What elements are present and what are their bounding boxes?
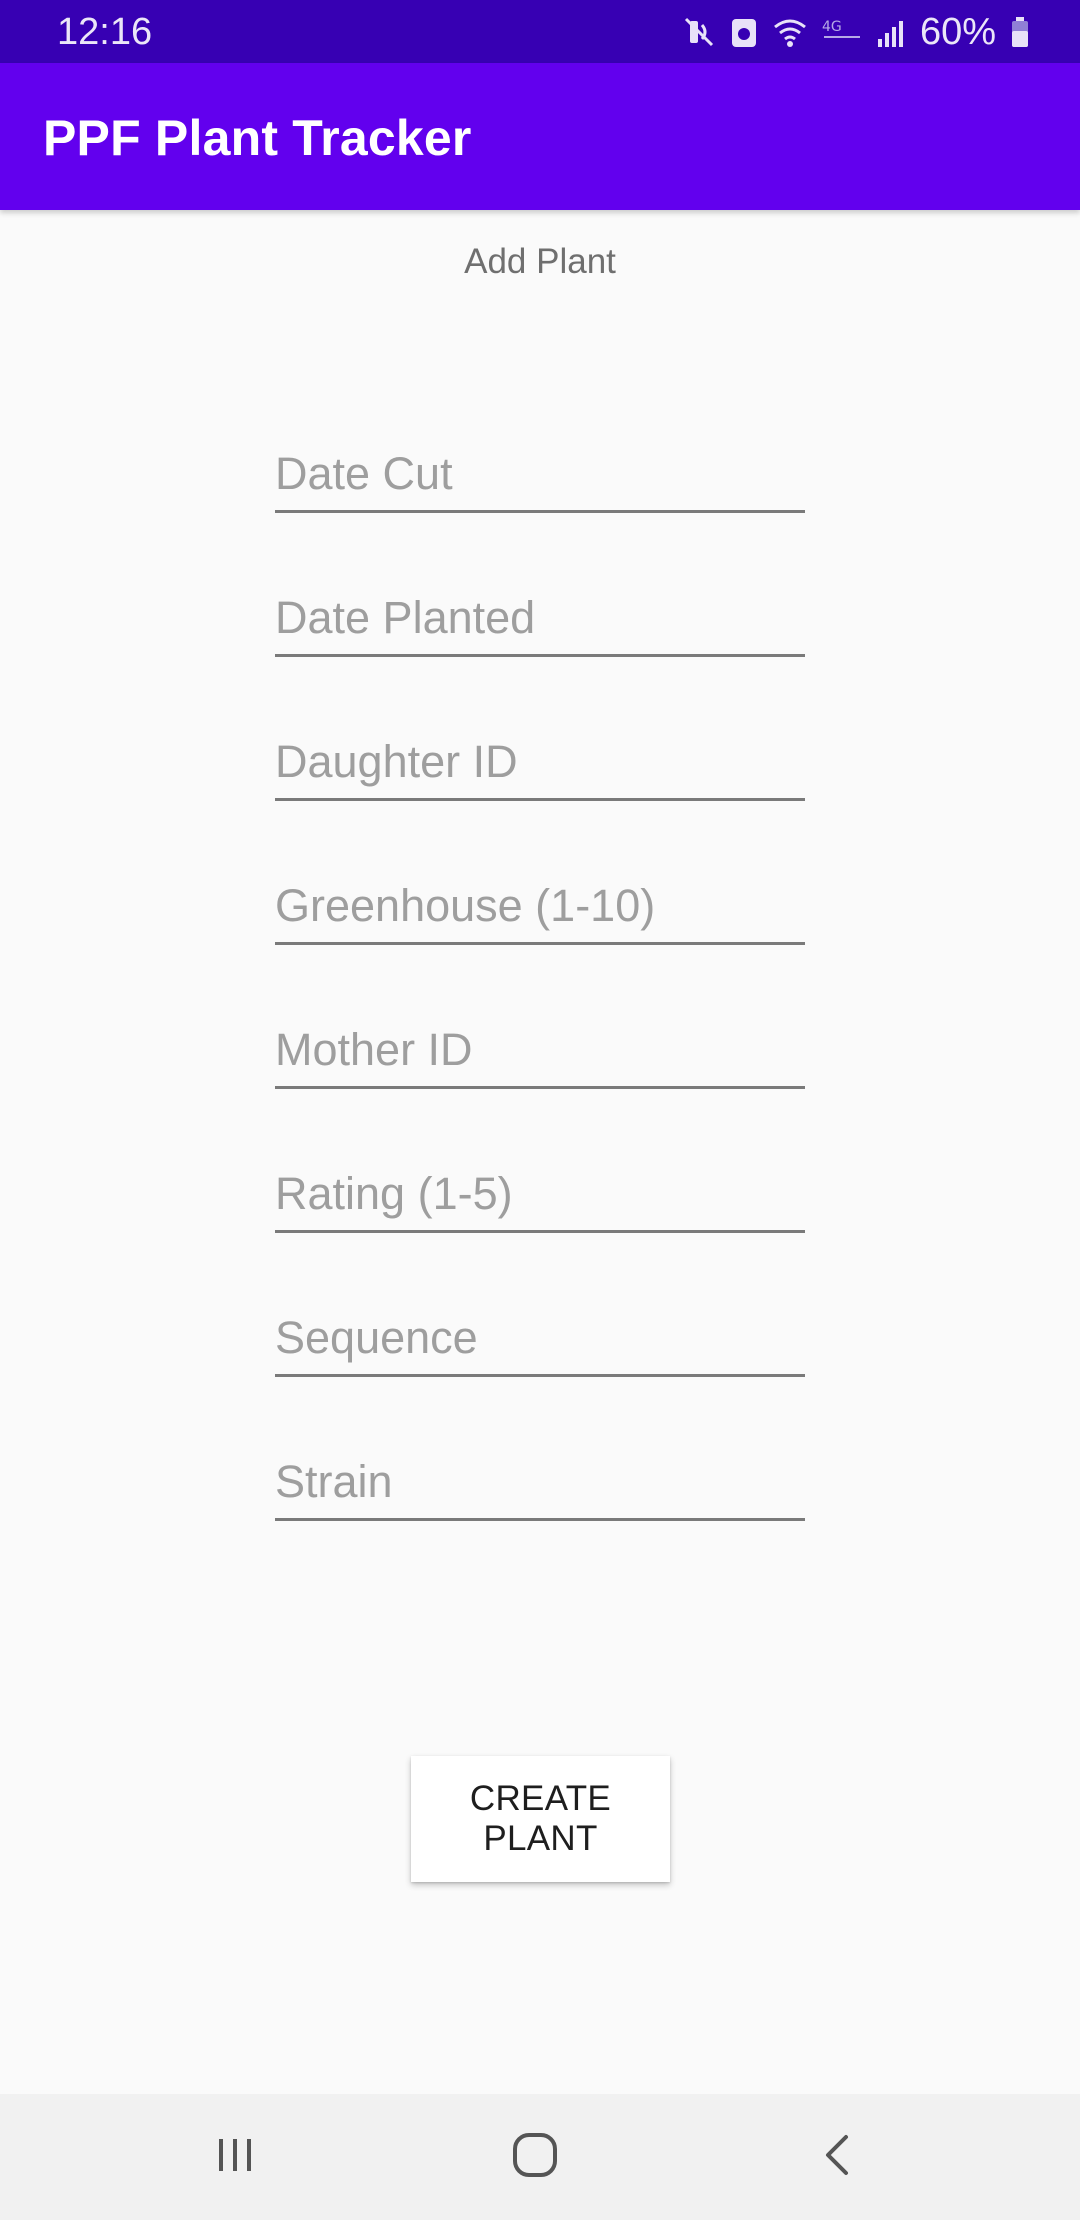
daughter-id-input[interactable] [275,732,805,792]
wifi-icon [772,15,808,49]
sequence-field[interactable] [275,1297,805,1377]
recent-apps-button[interactable] [155,2094,315,2220]
sequence-input[interactable] [275,1308,805,1368]
date-cut-input[interactable] [275,444,805,504]
create-plant-button[interactable]: CREATE PLANT [411,1756,670,1882]
rating-input[interactable] [275,1164,805,1224]
app-bar: PPF Plant Tracker [0,63,1080,210]
mute-icon [682,15,716,49]
strain-input[interactable] [275,1452,805,1512]
greenhouse-field[interactable] [275,865,805,945]
signal-icon [876,15,906,49]
date-planted-field[interactable] [275,577,805,657]
daughter-id-field[interactable] [275,721,805,801]
back-button[interactable] [758,2094,918,2220]
battery-icon [1010,15,1030,49]
svg-text:4G: 4G [822,19,842,35]
strain-field[interactable] [275,1441,805,1521]
status-time: 12:16 [57,11,153,53]
date-cut-field[interactable] [275,433,805,513]
mother-id-field[interactable] [275,1009,805,1089]
back-icon [816,2131,860,2184]
mother-id-input[interactable] [275,1020,805,1080]
vpn-icon [730,15,758,49]
recent-apps-icon [213,2133,257,2182]
home-icon [511,2131,559,2184]
home-button[interactable] [455,2094,615,2220]
battery-percent: 60% [919,11,996,53]
greenhouse-input[interactable] [275,876,805,936]
date-planted-input[interactable] [275,588,805,648]
status-icons: 4G 60% [682,10,1030,54]
lte-icon: 4G [822,15,862,49]
rating-field[interactable] [275,1153,805,1233]
app-title: PPF Plant Tracker [43,110,472,166]
status-bar: 12:16 4G 60% [0,0,1080,63]
page-heading: Add Plant [464,242,616,281]
navigation-bar [0,2094,1080,2220]
